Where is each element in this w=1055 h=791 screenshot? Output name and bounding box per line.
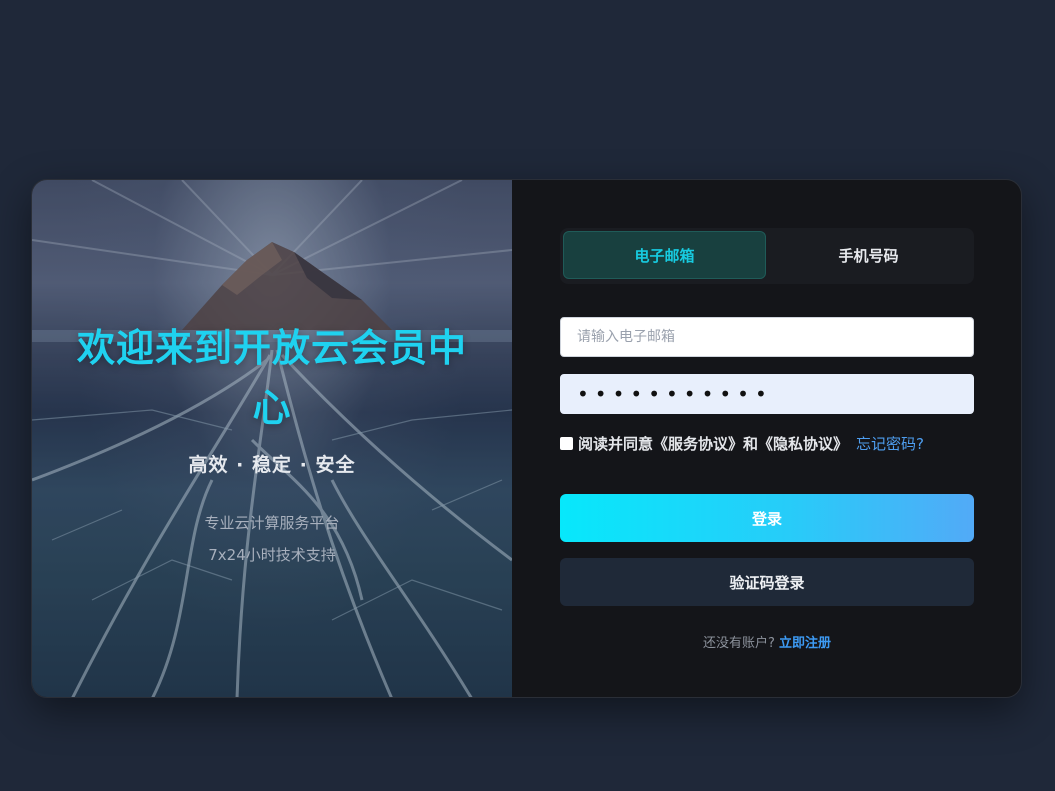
- tab-email[interactable]: 电子邮箱: [563, 231, 766, 279]
- agreement-row: 阅读并同意《服务协议》和《隐私协议》 忘记密码?: [560, 433, 924, 453]
- hero-subtitle-line-1: 专业云计算服务平台: [204, 514, 340, 532]
- no-account-text: 还没有账户?: [702, 636, 775, 651]
- register-prompt: 还没有账户? 立即注册: [560, 632, 974, 651]
- hero-panel: 欢迎来到开放云会员中心 高效 · 稳定 · 安全 专业云计算服务平台 7x24小…: [32, 180, 512, 697]
- password-input[interactable]: [560, 374, 974, 414]
- email-input[interactable]: [560, 317, 974, 357]
- hero-tagline: 高效 · 稳定 · 安全: [188, 454, 356, 476]
- code-login-button[interactable]: 验证码登录: [560, 558, 974, 606]
- login-card: 欢迎来到开放云会员中心 高效 · 稳定 · 安全 专业云计算服务平台 7x24小…: [31, 179, 1022, 698]
- agreement-checkbox[interactable]: [560, 436, 573, 450]
- agreement-text[interactable]: 阅读并同意《服务协议》和《隐私协议》: [578, 433, 848, 454]
- login-button[interactable]: 登录: [560, 494, 974, 542]
- tab-phone[interactable]: 手机号码: [767, 231, 970, 279]
- hero-title: 欢迎来到开放云会员中心: [76, 326, 467, 430]
- login-method-tabs: 电子邮箱 手机号码: [560, 228, 974, 284]
- register-link[interactable]: 立即注册: [779, 636, 831, 651]
- forgot-password-link[interactable]: 忘记密码?: [856, 433, 924, 454]
- hero-overlay: [32, 180, 512, 697]
- login-form-panel: 电子邮箱 手机号码 阅读并同意《服务协议》和《隐私协议》 忘记密码? 登录 验证…: [512, 180, 1021, 697]
- hero-subtitle-line-2: 7x24小时技术支持: [208, 546, 336, 564]
